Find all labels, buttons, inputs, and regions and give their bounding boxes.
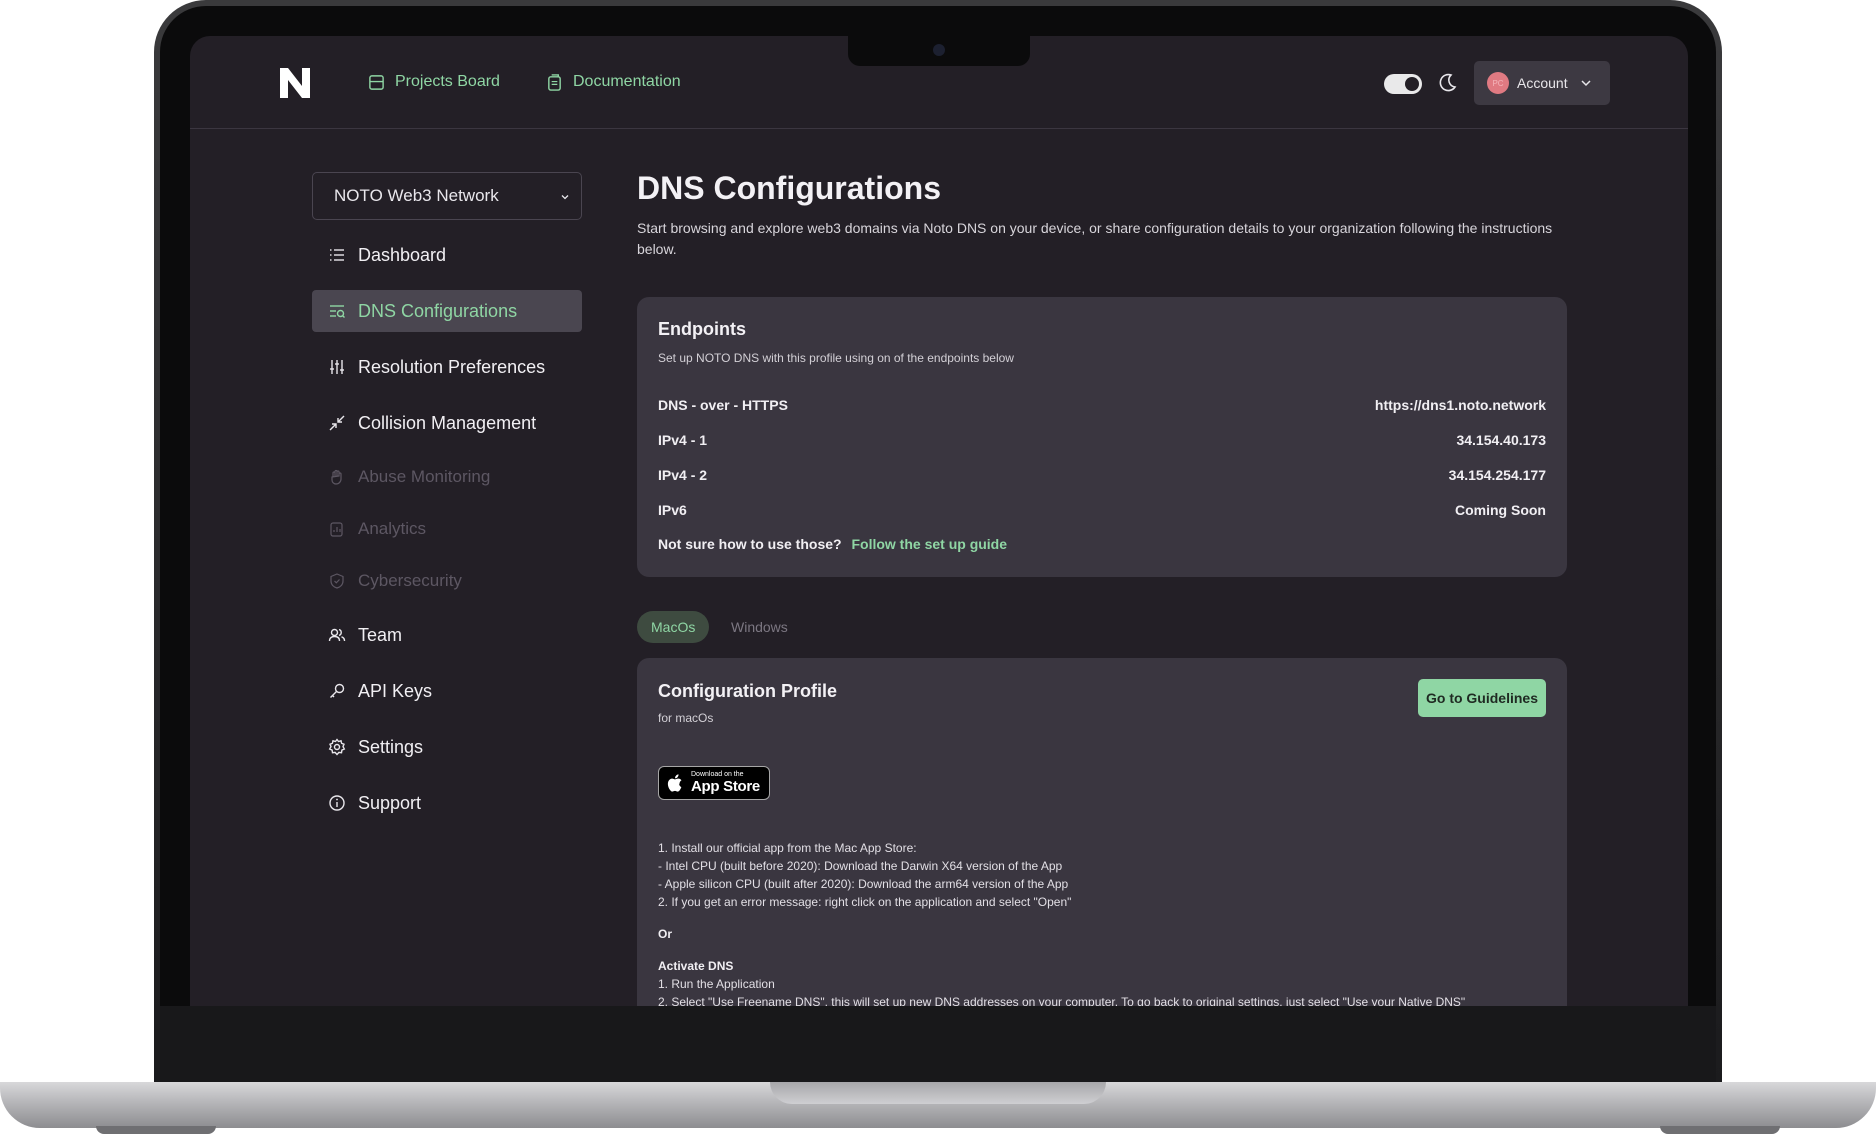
activate-step: 2. Select "Use Freename DNS", this will … — [658, 995, 1466, 1006]
sidebar-item-label: Settings — [358, 736, 424, 757]
sidebar-item-resolution-preferences[interactable]: Resolution Preferences — [312, 346, 582, 388]
endpoints-title: Endpoints — [658, 319, 746, 339]
sidebar-item-label: Analytics — [358, 519, 427, 538]
camera-notch — [848, 36, 1030, 66]
page-description: Start browsing and explore web3 domains … — [637, 220, 1553, 257]
chevron-down-icon — [1581, 80, 1591, 87]
sidebar-item-label: Abuse Monitoring — [358, 467, 491, 486]
instruction-line: - Intel CPU (built before 2020): Downloa… — [658, 859, 1063, 873]
go-to-guidelines-button[interactable]: Go to Guidelines — [1418, 679, 1546, 717]
nav-documentation-label: Documentation — [573, 73, 681, 90]
endpoint-value[interactable]: 34.154.254.177 — [1449, 467, 1546, 483]
endpoints-card: Endpoints Set up NOTO DNS with this prof… — [637, 297, 1567, 577]
endpoint-row: DNS - over - HTTPS https://dns1.noto.net… — [658, 397, 1546, 417]
sidebar-item-dns-configurations[interactable]: DNS Configurations — [312, 290, 582, 332]
sidebar-item-label: Team — [358, 624, 403, 645]
endpoint-value[interactable]: 34.154.40.173 — [1456, 432, 1546, 448]
setup-help-text: Not sure how to use those? — [658, 536, 842, 552]
instruction-line: - Apple silicon CPU (built after 2020): … — [658, 877, 1069, 891]
endpoint-value: Coming Soon — [1455, 502, 1546, 518]
camera-icon — [933, 44, 945, 56]
sidebar-item-label: Collision Management — [358, 412, 537, 433]
tab-macos[interactable]: MacOs — [637, 611, 710, 643]
shield-icon — [330, 573, 344, 589]
activate-step: 1. Run the Application — [658, 977, 775, 991]
key-icon — [330, 683, 345, 698]
profile-title: Configuration Profile — [658, 681, 837, 701]
endpoint-key: IPv6 — [658, 502, 687, 518]
sidebar-item-collision-management[interactable]: Collision Management — [312, 402, 582, 444]
sidebar-item-settings[interactable]: Settings — [312, 726, 582, 768]
sidebar-item-api-keys[interactable]: API Keys — [312, 670, 582, 712]
account-label: Account — [1517, 75, 1568, 91]
account-menu-button[interactable]: PC Account — [1474, 61, 1610, 105]
tab-windows[interactable]: Windows — [717, 611, 802, 643]
endpoint-key: IPv4 - 2 — [658, 467, 708, 483]
sidebar-item-cybersecurity[interactable]: Cybersecurity — [312, 560, 582, 602]
sidebar-item-dashboard[interactable]: Dashboard — [312, 234, 582, 276]
toggle-knob — [1405, 77, 1419, 91]
app-store-badge[interactable]: Download on the App Store — [658, 766, 770, 800]
sidebar-item-abuse-monitoring[interactable]: Abuse Monitoring — [312, 456, 582, 498]
moon-icon[interactable] — [1436, 72, 1458, 94]
screen-chin — [160, 1006, 1716, 1084]
configuration-profile-card: Configuration Profile for macOs Go to Gu… — [637, 658, 1567, 1006]
board-icon — [369, 74, 384, 90]
theme-toggle[interactable] — [1384, 74, 1422, 94]
apple-icon — [667, 774, 682, 792]
team-icon — [328, 628, 346, 642]
gear-icon — [328, 738, 346, 756]
endpoints-subtitle: Set up NOTO DNS with this profile using … — [658, 351, 1014, 365]
hand-icon — [331, 469, 342, 485]
instruction-line: 1. Install our official app from the Mac… — [658, 841, 917, 855]
laptop-foot-right — [1660, 1126, 1780, 1134]
endpoint-row: IPv6 Coming Soon — [658, 502, 1546, 522]
or-label: Or — [658, 927, 673, 941]
sidebar-item-label: Support — [358, 792, 422, 813]
laptop-base-notch — [770, 1082, 1106, 1104]
setup-help: Not sure how to use those? Follow the se… — [658, 536, 1007, 552]
network-select-value: NOTO Web3 Network — [334, 186, 499, 205]
sidebar-item-label: Dashboard — [358, 244, 447, 265]
dns-icon — [330, 305, 345, 318]
instruction-line: 2. If you get an error message: right cl… — [658, 895, 1072, 909]
sidebar-item-label: DNS Configurations — [358, 300, 518, 321]
app-store-big-text: App Store — [691, 778, 760, 795]
app-store-text: Download on the App Store — [691, 771, 760, 795]
activate-dns-title: Activate DNS — [658, 959, 734, 973]
document-icon — [548, 73, 561, 91]
endpoint-key: DNS - over - HTTPS — [658, 397, 788, 413]
nav-documentation[interactable]: Documentation — [546, 73, 681, 91]
endpoint-row: IPv4 - 2 34.154.254.177 — [658, 467, 1546, 487]
sidebar-item-team[interactable]: Team — [312, 614, 582, 656]
laptop-foot-left — [96, 1126, 216, 1134]
app-screen: Projects Board Documentation PC Account … — [190, 36, 1688, 1006]
endpoint-row: IPv4 - 1 34.154.40.173 — [658, 432, 1546, 452]
info-icon — [329, 795, 345, 811]
sidebar-item-support[interactable]: Support — [312, 782, 582, 824]
endpoint-value[interactable]: https://dns1.noto.network — [1375, 397, 1546, 413]
chevron-down-icon — [561, 195, 569, 200]
list-icon — [330, 249, 344, 261]
sidebar-item-label: Cybersecurity — [358, 571, 462, 590]
sidebar-item-label: API Keys — [358, 680, 433, 701]
endpoint-key: IPv4 - 1 — [658, 432, 708, 448]
avatar: PC — [1487, 72, 1509, 94]
nav-projects-board[interactable]: Projects Board — [368, 73, 500, 91]
sliders-icon — [330, 360, 344, 374]
analytics-icon — [330, 522, 343, 537]
nav-projects-board-label: Projects Board — [395, 73, 500, 90]
page-title: DNS Configurations — [637, 170, 941, 206]
setup-guide-link[interactable]: Follow the set up guide — [851, 536, 1007, 552]
noto-logo-icon[interactable] — [280, 66, 310, 98]
profile-subtitle: for macOs — [658, 711, 714, 725]
sidebar-item-analytics[interactable]: Analytics — [312, 508, 582, 550]
collapse-arrows-icon — [329, 415, 345, 431]
sidebar-item-label: Resolution Preferences — [358, 356, 546, 377]
network-select[interactable]: NOTO Web3 Network — [312, 172, 582, 220]
